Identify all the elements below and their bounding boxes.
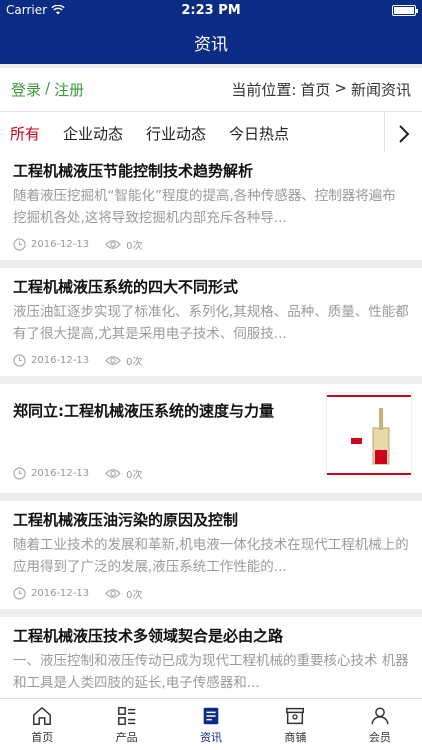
article-card[interactable]: 工程机械液压节能控制技术趋势解析 随着液压挖掘机“智能化”程度的提高,各种传感器… bbox=[0, 152, 422, 260]
tabbar-home[interactable]: 首页 bbox=[0, 699, 84, 750]
breadcrumb-label: 当前位置: bbox=[231, 81, 297, 99]
article-meta: 2016-12-13 0次 bbox=[13, 466, 326, 481]
article-title: 工程机械液压油污染的原因及控制 bbox=[13, 511, 239, 529]
tabbar-label: 产品 bbox=[115, 730, 138, 744]
tabbar-label: 会员 bbox=[368, 730, 391, 744]
clock-icon bbox=[13, 238, 26, 251]
article-date: 2016-12-13 bbox=[31, 588, 90, 599]
breadcrumb-current: 新闻资讯 bbox=[350, 81, 411, 99]
tabbar-news[interactable]: 资讯 bbox=[169, 699, 253, 750]
tabbar-member[interactable]: 会员 bbox=[338, 699, 422, 750]
tab-hot-today[interactable]: 今日热点 bbox=[229, 112, 289, 156]
article-card[interactable]: 工程机械液压技术多领域契合是必由之路 一、液压控制和液压传动已成为现代工程机械的… bbox=[0, 617, 422, 698]
login-link[interactable]: 登录 bbox=[11, 79, 41, 100]
tabbar-label: 资讯 bbox=[200, 730, 223, 744]
clock-icon bbox=[13, 467, 26, 480]
carrier-label: Carrier bbox=[6, 3, 48, 17]
article-thumbnail bbox=[326, 392, 412, 478]
article-title: 工程机械液压系统的四大不同形式 bbox=[13, 278, 239, 296]
article-views: 0次 bbox=[126, 357, 143, 368]
breadcrumb: 当前位置: 首页 > 新闻资讯 bbox=[231, 79, 411, 100]
breadcrumb-separator: > bbox=[334, 79, 347, 97]
article-summary: 随着液压挖掘机“智能化”程度的提高,各种传感器、控制器将遍布挖掘机各处,这将导致… bbox=[13, 188, 396, 226]
shop-icon bbox=[286, 707, 305, 724]
news-icon bbox=[203, 707, 219, 724]
tabbar-label: 商铺 bbox=[284, 730, 307, 744]
article-meta: 2016-12-13 0次 bbox=[13, 353, 409, 368]
user-icon bbox=[371, 706, 389, 724]
auth-separator: / bbox=[45, 79, 51, 97]
chevron-right-icon bbox=[398, 125, 409, 143]
article-summary: 一、液压控制和液压传动已成为现代工程机械的重要核心技术 机器和工具是人类四肢的延… bbox=[13, 653, 409, 691]
article-date: 2016-12-13 bbox=[31, 468, 90, 479]
bottom-tab-bar: 首页 产品 资讯 商铺 会员 bbox=[0, 698, 422, 750]
tabbar-label: 首页 bbox=[31, 730, 54, 744]
tab-industry-news[interactable]: 行业动态 bbox=[146, 112, 206, 156]
page-title: 资讯 bbox=[194, 34, 228, 55]
subheader: 登录 / 注册 当前位置: 首页 > 新闻资讯 bbox=[0, 68, 422, 112]
article-title: 工程机械液压节能控制技术趋势解析 bbox=[13, 162, 254, 180]
tabbar-products[interactable]: 产品 bbox=[84, 699, 168, 750]
article-date: 2016-12-13 bbox=[31, 239, 90, 250]
eye-icon bbox=[105, 469, 121, 478]
article-title: 郑同立:工程机械液压系统的速度与力量 bbox=[13, 402, 275, 420]
home-icon bbox=[33, 706, 52, 725]
tabs-scroll-right-button[interactable] bbox=[384, 112, 422, 156]
hydraulic-diagram-image bbox=[327, 395, 411, 475]
eye-icon bbox=[105, 356, 121, 365]
article-views: 0次 bbox=[126, 470, 143, 481]
register-link[interactable]: 注册 bbox=[54, 79, 84, 100]
clock-icon bbox=[13, 354, 26, 367]
wifi-icon bbox=[51, 5, 65, 15]
article-summary: 随着工业技术的发展和革新,机电液一体化技术在现代工程机械上的应用得到了广泛的发展… bbox=[13, 537, 409, 575]
carrier-info: Carrier bbox=[6, 3, 65, 17]
nav-bar: 资讯 bbox=[0, 20, 422, 64]
eye-icon bbox=[105, 240, 121, 249]
article-meta: 2016-12-13 0次 bbox=[13, 586, 409, 601]
article-card[interactable]: 郑同立:工程机械液压系统的速度与力量 2016-12-13 0次 bbox=[0, 384, 422, 493]
article-title: 工程机械液压技术多领域契合是必由之路 bbox=[13, 627, 284, 645]
tabbar-shop[interactable]: 商铺 bbox=[253, 699, 337, 750]
article-meta: 2016-12-13 0次 bbox=[13, 237, 409, 252]
breadcrumb-home[interactable]: 首页 bbox=[300, 79, 330, 100]
article-summary: 液压油缸逐步实现了标准化、系列化,其规格、品种、质量、性能都有了很大提高,尤其是… bbox=[13, 304, 409, 342]
tab-company-news[interactable]: 企业动态 bbox=[63, 112, 123, 156]
article-card[interactable]: 工程机械液压系统的四大不同形式 液压油缸逐步实现了标准化、系列化,其规格、品种、… bbox=[0, 268, 422, 376]
battery-icon bbox=[392, 4, 418, 16]
tab-all[interactable]: 所有 bbox=[10, 112, 41, 156]
article-views: 0次 bbox=[126, 241, 143, 252]
article-card[interactable]: 工程机械液压油污染的原因及控制 随着工业技术的发展和革新,机电液一体化技术在现代… bbox=[0, 501, 422, 609]
article-list: 工程机械液压节能控制技术趋势解析 随着液压挖掘机“智能化”程度的提高,各种传感器… bbox=[0, 152, 422, 698]
grid-list-icon bbox=[117, 706, 135, 725]
clock-icon bbox=[13, 587, 26, 600]
auth-links: 登录 / 注册 bbox=[11, 79, 84, 100]
category-tabs: 所有 企业动态 行业动态 今日热点 bbox=[0, 112, 422, 156]
eye-icon bbox=[105, 589, 121, 598]
article-date: 2016-12-13 bbox=[31, 355, 90, 366]
article-views: 0次 bbox=[126, 590, 143, 601]
status-bar: Carrier 2:23 PM bbox=[0, 0, 422, 20]
